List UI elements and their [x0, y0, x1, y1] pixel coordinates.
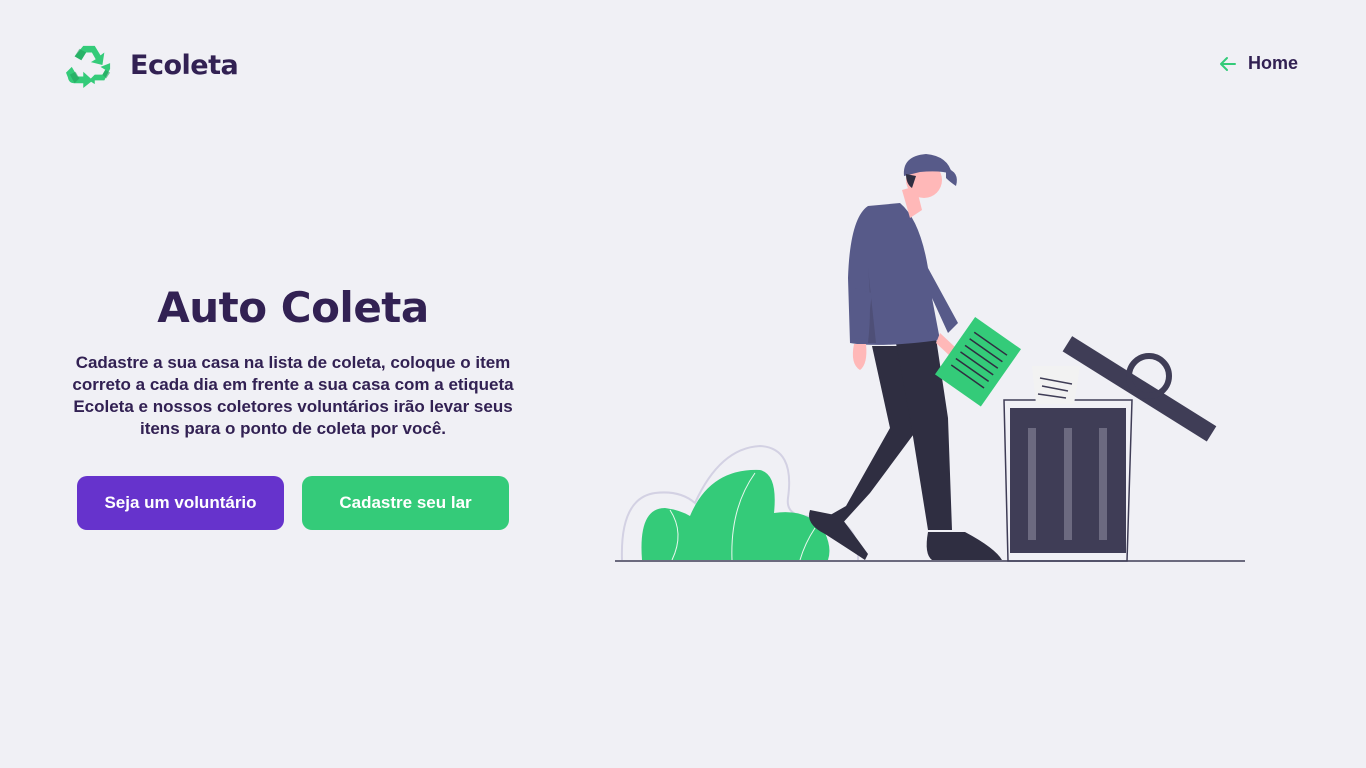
action-buttons: Seja um voluntário Cadastre seu lar	[77, 476, 509, 530]
logo[interactable]: Ecoleta	[66, 42, 239, 88]
person-throwing-paper-in-trash-illustration	[615, 154, 1245, 562]
volunteer-button[interactable]: Seja um voluntário	[77, 476, 284, 530]
hero-description: Cadastre a sua casa na lista de coleta, …	[72, 353, 514, 438]
page-title: Auto Coleta	[157, 283, 429, 332]
arrow-left-icon	[1219, 56, 1236, 71]
trash-can	[1003, 336, 1217, 562]
hero-section: Auto Coleta Cadastre a sua casa na lista…	[60, 280, 526, 440]
home-link-label: Home	[1247, 53, 1298, 73]
logo-text: Ecoleta	[130, 49, 239, 81]
page-header: Ecoleta Home	[0, 0, 1366, 130]
register-home-button[interactable]: Cadastre seu lar	[302, 476, 509, 530]
green-bush	[641, 469, 830, 560]
recycle-icon	[66, 45, 111, 88]
home-link[interactable]: Home	[1218, 53, 1298, 74]
